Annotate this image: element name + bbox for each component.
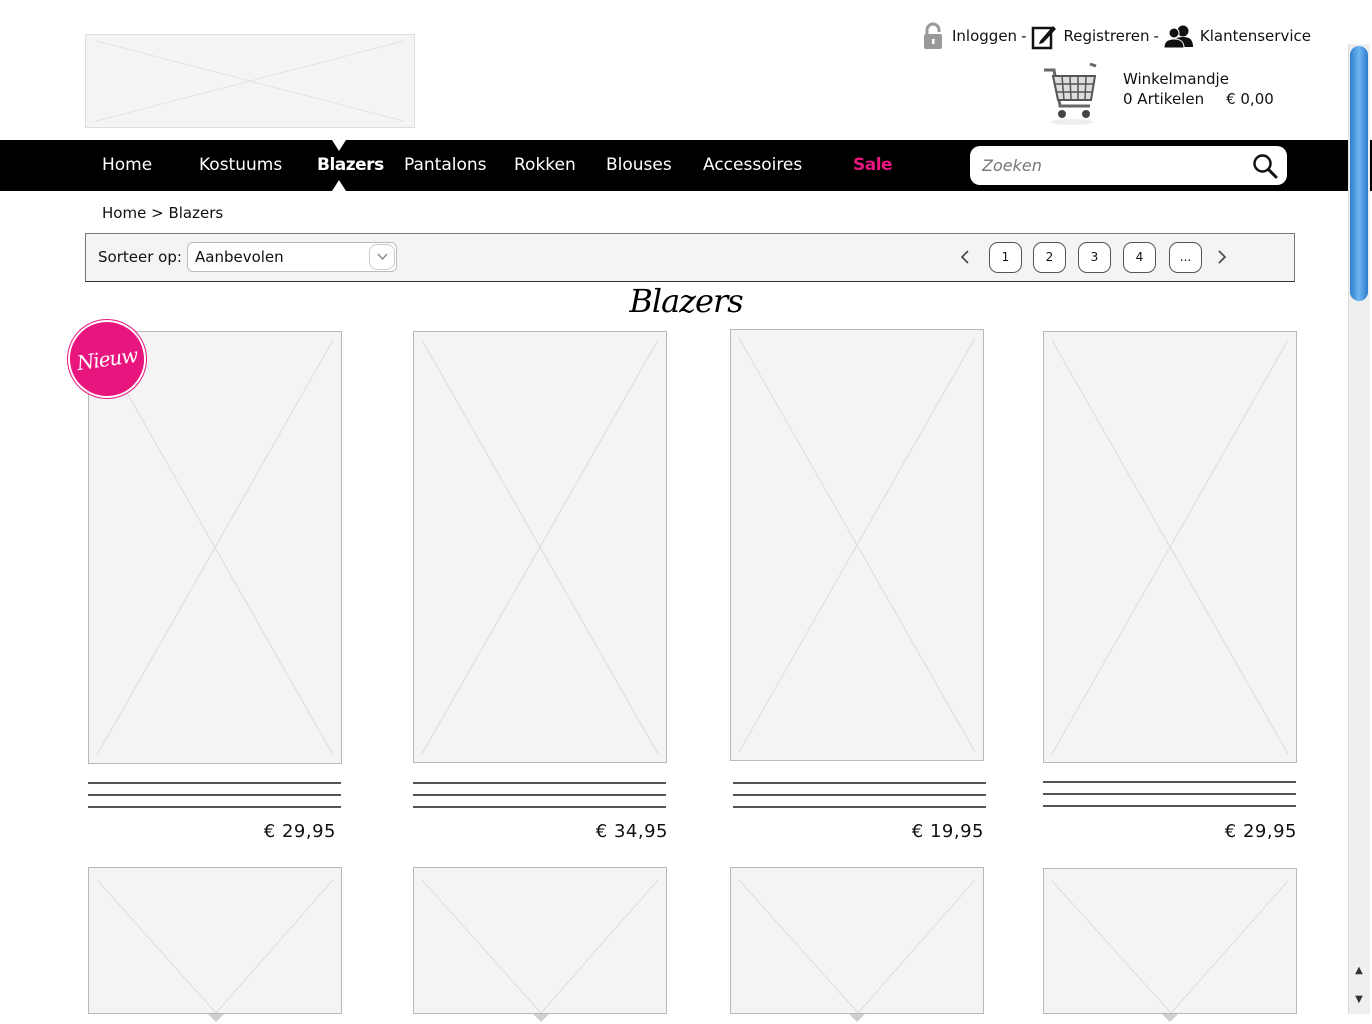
nav-item-accessoires[interactable]: Accessoires bbox=[703, 140, 802, 191]
shopping-cart-icon[interactable] bbox=[1040, 62, 1100, 126]
product-price: € 29,95 bbox=[263, 821, 336, 842]
page-title: Blazers bbox=[629, 282, 743, 320]
sort-value: Aanbevolen bbox=[195, 248, 284, 266]
product-image[interactable] bbox=[88, 331, 342, 764]
search-input[interactable] bbox=[982, 152, 1242, 179]
scroll-up-arrow-icon[interactable]: ▲ bbox=[1351, 964, 1367, 978]
image-notch bbox=[849, 1014, 865, 1022]
nav-item-rokken[interactable]: Rokken bbox=[514, 140, 576, 191]
breadcrumb-current: Blazers bbox=[168, 204, 224, 222]
product-description-lines bbox=[1043, 781, 1296, 809]
register-link[interactable]: Registreren bbox=[1031, 22, 1150, 50]
customer-service-label: Klantenservice bbox=[1199, 27, 1311, 45]
sort-select[interactable]: Aanbevolen bbox=[187, 242, 397, 272]
chevron-down-icon bbox=[377, 253, 388, 261]
search-icon[interactable] bbox=[1252, 153, 1278, 179]
product-image[interactable] bbox=[413, 331, 667, 763]
breadcrumb-separator: > bbox=[151, 204, 164, 222]
active-indicator-bottom bbox=[332, 180, 346, 191]
logo-placeholder[interactable] bbox=[85, 34, 415, 128]
account-links: Inloggen - Registreren - Klantenservice bbox=[920, 20, 1311, 52]
page-button-3[interactable]: 3 bbox=[1078, 242, 1111, 273]
chevron-right-icon[interactable] bbox=[1216, 249, 1228, 265]
search-box bbox=[970, 146, 1287, 185]
page-button-2[interactable]: 2 bbox=[1033, 242, 1066, 273]
breadcrumb: Home > Blazers bbox=[102, 204, 223, 222]
page-button-4[interactable]: 4 bbox=[1123, 242, 1156, 273]
cart-count: 0 Artikelen bbox=[1123, 90, 1205, 108]
cart-summary[interactable]: Winkelmandje 0 Artikelen € 0,00 bbox=[1123, 69, 1274, 109]
active-indicator-top bbox=[332, 140, 346, 151]
sort-label: Sorteer op: bbox=[98, 248, 182, 266]
link-separator: - bbox=[1021, 27, 1027, 45]
nav-item-pantalons[interactable]: Pantalons bbox=[404, 140, 487, 191]
product-price: € 19,95 bbox=[911, 821, 984, 842]
nav-item-kostuums[interactable]: Kostuums bbox=[199, 140, 282, 191]
nav-item-home[interactable]: Home bbox=[102, 140, 152, 191]
nav-item-sale[interactable]: Sale bbox=[853, 140, 893, 191]
image-notch bbox=[533, 1014, 549, 1022]
nav-item-blouses[interactable]: Blouses bbox=[606, 140, 672, 191]
nav-item-blazers[interactable]: Blazers bbox=[317, 140, 384, 191]
edit-icon bbox=[1032, 26, 1057, 50]
page-button-1[interactable]: 1 bbox=[989, 242, 1022, 273]
scrollbar-thumb[interactable] bbox=[1350, 46, 1368, 301]
image-notch bbox=[208, 1014, 224, 1022]
page-button-more[interactable]: ... bbox=[1169, 242, 1202, 273]
users-icon bbox=[1163, 25, 1193, 48]
scroll-down-arrow-icon[interactable]: ▼ bbox=[1351, 993, 1367, 1007]
product-image[interactable] bbox=[1043, 331, 1297, 763]
cart-title: Winkelmandje bbox=[1123, 70, 1229, 88]
lock-icon bbox=[924, 22, 942, 49]
product-image[interactable] bbox=[730, 867, 984, 1014]
product-price: € 29,95 bbox=[1224, 821, 1297, 842]
product-image[interactable] bbox=[730, 329, 984, 761]
dropdown-button[interactable] bbox=[369, 244, 395, 270]
register-label: Registreren bbox=[1063, 27, 1150, 45]
sort-pagination-bar: Sorteer op: Aanbevolen 1 2 3 4 ... bbox=[85, 233, 1295, 282]
product-price: € 34,95 bbox=[595, 821, 668, 842]
login-label: Inloggen bbox=[952, 27, 1018, 45]
breadcrumb-home[interactable]: Home bbox=[102, 204, 146, 222]
product-description-lines bbox=[88, 782, 341, 810]
cart-total: € 0,00 bbox=[1226, 90, 1274, 108]
customer-service-link[interactable]: Klantenservice bbox=[1163, 24, 1311, 48]
product-image[interactable] bbox=[1043, 868, 1297, 1014]
link-separator: - bbox=[1153, 27, 1159, 45]
product-description-lines bbox=[733, 782, 986, 810]
product-image[interactable] bbox=[88, 867, 342, 1014]
product-image[interactable] bbox=[413, 867, 667, 1014]
login-link[interactable]: Inloggen bbox=[920, 21, 1017, 51]
product-description-lines bbox=[413, 782, 666, 810]
chevron-left-icon[interactable] bbox=[959, 249, 971, 265]
image-notch bbox=[1162, 1014, 1178, 1022]
